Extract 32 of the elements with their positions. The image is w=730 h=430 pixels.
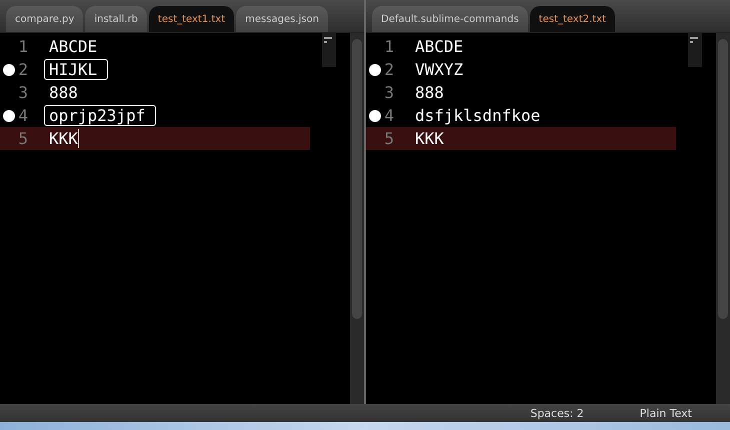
syntax-status[interactable]: Plain Text [640, 406, 692, 420]
indentation-status[interactable]: Spaces: 2 [530, 406, 584, 420]
line-number: 1 [384, 37, 394, 56]
file-tab[interactable]: messages.json [236, 6, 328, 32]
minimap[interactable] [688, 33, 702, 67]
code-text: ABCDE [414, 36, 464, 57]
line-number: 3 [384, 83, 394, 102]
scrollbar[interactable] [350, 33, 364, 404]
code-text: oprjp23jpf [44, 105, 156, 126]
file-tab[interactable]: Default.sublime-commands [372, 6, 528, 32]
line-number: 3 [18, 83, 28, 102]
code-text: HIJKL [44, 59, 108, 80]
file-tab[interactable]: test_text2.txt [530, 6, 616, 32]
file-tab[interactable]: test_text1.txt [148, 6, 234, 32]
line-number: 5 [18, 129, 28, 148]
scrollbar[interactable] [716, 33, 730, 404]
file-tab[interactable]: compare.py [6, 6, 84, 32]
code-text: ABCDE [48, 36, 98, 57]
line-number: 1 [18, 37, 28, 56]
code-text: VWXYZ [414, 59, 464, 80]
minimap[interactable] [322, 33, 336, 67]
line-number: 5 [384, 129, 394, 148]
line-number: 4 [18, 106, 28, 125]
code-text: KKK [414, 128, 445, 149]
line-number: 2 [18, 60, 28, 79]
file-tab[interactable]: install.rb [85, 6, 147, 32]
code-text: 888 [48, 82, 79, 103]
code-text: KKK [48, 128, 79, 149]
code-text: dsfjklsdnfkoe [414, 105, 542, 126]
line-number: 2 [384, 60, 394, 79]
line-number: 4 [384, 106, 394, 125]
code-text: 888 [414, 82, 445, 103]
